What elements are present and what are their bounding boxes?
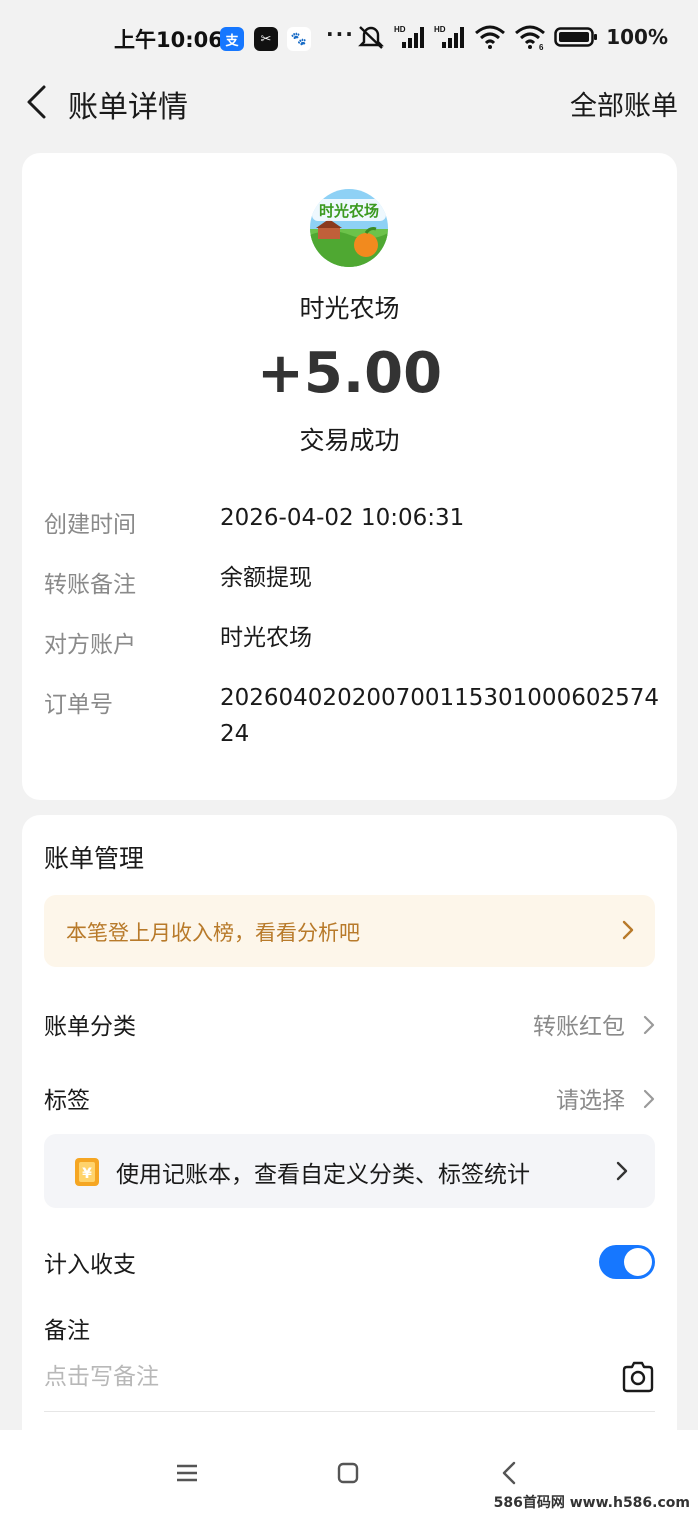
svg-text:HD: HD — [434, 25, 446, 34]
alipay-icon: 支 — [220, 27, 244, 51]
chevron-right-icon — [616, 1161, 628, 1181]
camera-icon[interactable] — [621, 1361, 655, 1393]
menu-icon — [177, 1464, 197, 1482]
home-square-icon — [337, 1462, 359, 1484]
menu-button[interactable] — [172, 1458, 202, 1488]
transaction-card: 时光农场 时光农场 +5.00 交易成功 创建时间 2026-04-02 10:… — [22, 153, 677, 800]
ledger-book-icon: ¥ — [75, 1158, 99, 1186]
detail-label: 转账备注 — [44, 572, 136, 598]
wifi-6-icon: 6 — [515, 25, 546, 50]
chevron-left-icon — [27, 85, 46, 119]
system-nav-bar: 586首码网 www.h586.com — [0, 1430, 698, 1514]
detail-value[interactable]: 时光农场 — [220, 620, 660, 656]
home-button[interactable] — [333, 1458, 363, 1488]
note-input[interactable] — [44, 1357, 604, 1397]
detail-value[interactable]: 2026-04-02 10:06:31 — [220, 500, 660, 536]
include-income-toggle[interactable] — [599, 1245, 655, 1279]
include-income-row: 计入收支 — [44, 1241, 655, 1281]
detail-label: 创建时间 — [44, 512, 136, 538]
chevron-right-icon — [622, 920, 634, 940]
divider — [44, 1411, 655, 1412]
back-triangle-icon — [502, 1461, 516, 1485]
signal-hd-icon: HD — [394, 25, 425, 48]
silent-icon — [358, 26, 385, 49]
transaction-amount: +5.00 — [256, 341, 443, 406]
svg-text:HD: HD — [394, 25, 406, 34]
more-notifications-icon: ··· — [326, 22, 355, 46]
battery-percent: 100% — [606, 25, 668, 49]
note-row: 备注 — [44, 1307, 655, 1347]
chevron-right-icon — [643, 1015, 655, 1035]
tag-value: 请选择 — [556, 1088, 625, 1114]
row-label: 账单分类 — [44, 1014, 136, 1040]
transaction-status: 交易成功 — [299, 426, 400, 455]
page-header: 账单详情 全部账单 — [0, 78, 698, 126]
signal-hd-icon-2: HD — [434, 25, 465, 48]
ledger-text: 使用记账本，查看自定义分类、标签统计 — [116, 1162, 530, 1188]
ledger-promo-banner[interactable]: ¥ 使用记账本，查看自定义分类、标签统计 — [44, 1134, 655, 1208]
merchant-name: 时光农场 — [299, 294, 400, 323]
battery-icon — [554, 27, 598, 47]
chevron-right-icon — [643, 1089, 655, 1109]
row-label: 标签 — [44, 1088, 90, 1114]
merchant-logo: 时光农场 — [310, 189, 388, 267]
capcut-icon: ✂ — [254, 27, 278, 51]
baidu-icon: 🐾 — [287, 27, 311, 51]
detail-value[interactable]: 余额提现 — [220, 560, 660, 596]
section-title: 账单管理 — [44, 844, 145, 873]
watermark: 586首码网 www.h586.com — [493, 1495, 690, 1511]
row-label: 计入收支 — [44, 1252, 136, 1278]
back-button[interactable] — [16, 78, 56, 126]
page-title: 账单详情 — [68, 90, 188, 125]
detail-label: 订单号 — [44, 692, 113, 718]
detail-label: 对方账户 — [44, 632, 136, 658]
bill-category-row[interactable]: 账单分类 转账红包 — [44, 1003, 655, 1043]
category-value: 转账红包 — [533, 1014, 625, 1040]
merchant-logo-text: 时光农场 — [319, 202, 379, 220]
tag-row[interactable]: 标签 请选择 — [44, 1077, 655, 1117]
toggle-knob — [624, 1248, 652, 1276]
all-bills-link[interactable]: 全部账单 — [570, 84, 678, 123]
wifi-icon — [475, 25, 506, 49]
status-time: 上午10:06 — [114, 28, 223, 52]
status-bar: 上午10:06 支 ✂ 🐾 ··· HD HD 6 100% — [0, 0, 698, 78]
promo-text: 本笔登上月收入榜，看看分析吧 — [66, 921, 360, 945]
income-ranking-banner[interactable]: 本笔登上月收入榜，看看分析吧 — [44, 895, 655, 967]
row-label: 备注 — [44, 1318, 90, 1344]
system-back-button[interactable] — [494, 1458, 524, 1488]
svg-text:6: 6 — [539, 43, 544, 50]
svg-text:¥: ¥ — [82, 1166, 92, 1182]
order-number[interactable]: 20260402020070011530100060257424 — [220, 680, 660, 752]
bill-management-card: 账单管理 本笔登上月收入榜，看看分析吧 账单分类 转账红包 标签 请选择 ¥ 使… — [22, 815, 677, 1455]
